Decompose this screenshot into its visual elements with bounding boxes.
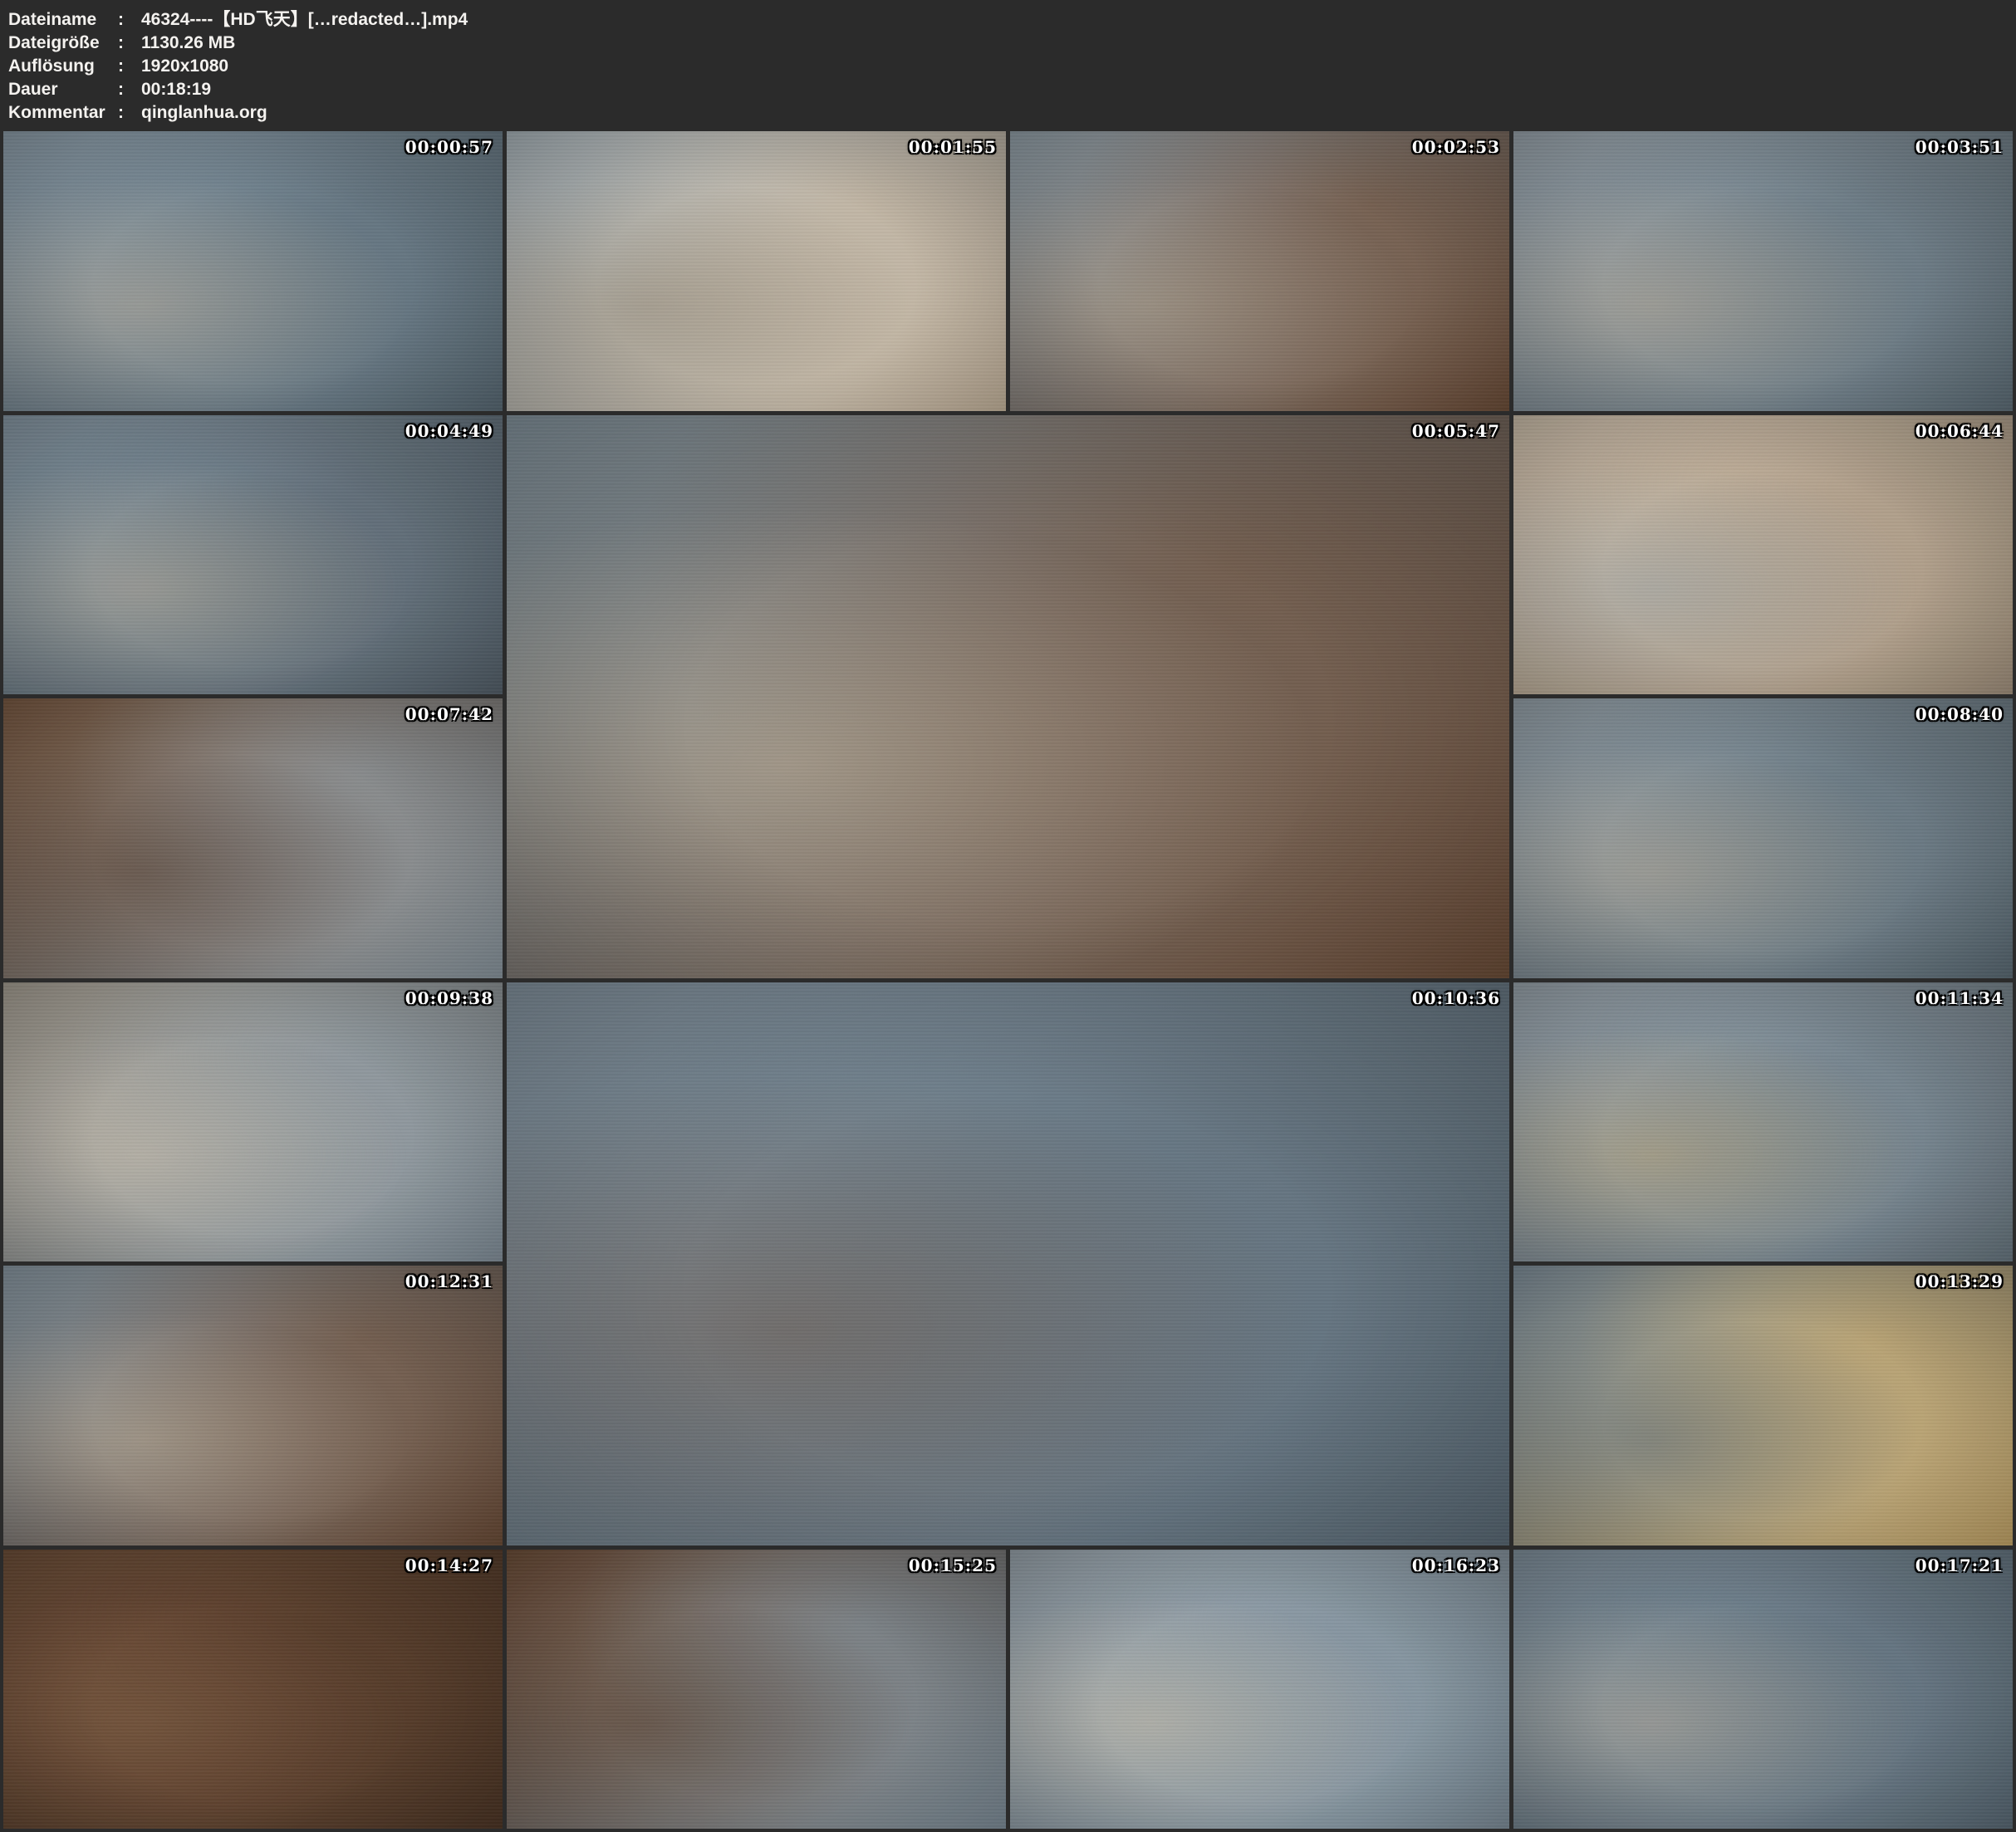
meta-row-comment: Kommentar : qinglanhua.org [8, 101, 2008, 125]
meta-separator: : [118, 101, 141, 125]
thumbnail-placeholder-image [1513, 982, 2013, 1262]
meta-label-comment: Kommentar [8, 101, 118, 125]
meta-row-duration: Dauer : 00:18:19 [8, 78, 2008, 101]
file-metadata-header: Dateiname : 46324----【HD飞天】[…redacted…].… [0, 0, 2016, 130]
meta-separator: : [118, 55, 141, 78]
meta-value-filename: 46324----【HD飞天】[…redacted…].mp4 [141, 8, 2008, 32]
thumbnail-placeholder-image [3, 415, 503, 695]
video-thumbnail[interactable]: 00:06:44 [1513, 415, 2013, 695]
meta-label-resolution: Auflösung [8, 55, 118, 78]
meta-value-resolution: 1920x1080 [141, 55, 2008, 78]
thumbnail-placeholder-image [3, 1550, 503, 1830]
thumbnail-placeholder-image [1513, 1550, 2013, 1830]
meta-value-comment: qinglanhua.org [141, 101, 2008, 125]
meta-row-filesize: Dateigröße : 1130.26 MB [8, 32, 2008, 55]
video-thumbnail[interactable]: 00:02:53 [1010, 131, 1509, 411]
video-thumbnail[interactable]: 00:00:57 [3, 131, 503, 411]
video-thumbnail[interactable]: 00:16:23 [1010, 1550, 1509, 1830]
thumbnail-placeholder-image [3, 1266, 503, 1545]
video-thumbnail-large[interactable]: 00:05:47 [507, 415, 1509, 978]
meta-row-resolution: Auflösung : 1920x1080 [8, 55, 2008, 78]
thumbnail-placeholder-image [1010, 131, 1509, 411]
meta-separator: : [118, 78, 141, 101]
thumbnail-grid: 00:00:57 00:01:55 00:02:53 00:03:51 00:0… [0, 130, 2016, 1832]
thumbnail-placeholder-image [507, 1550, 1006, 1830]
video-thumbnail[interactable]: 00:01:55 [507, 131, 1006, 411]
video-thumbnail[interactable]: 00:17:21 [1513, 1550, 2013, 1830]
meta-label-filesize: Dateigröße [8, 32, 118, 55]
thumbnail-placeholder-image [1010, 1550, 1509, 1830]
meta-separator: : [118, 8, 141, 32]
meta-row-filename: Dateiname : 46324----【HD飞天】[…redacted…].… [8, 8, 2008, 32]
video-thumbnail-large[interactable]: 00:10:36 [507, 982, 1509, 1545]
video-thumbnail[interactable]: 00:08:40 [1513, 698, 2013, 978]
thumbnail-placeholder-image [1513, 131, 2013, 411]
meta-label-duration: Dauer [8, 78, 118, 101]
video-thumbnail[interactable]: 00:07:42 [3, 698, 503, 978]
video-thumbnail[interactable]: 00:11:34 [1513, 982, 2013, 1262]
thumbnail-placeholder-image [3, 982, 503, 1262]
thumbnail-placeholder-image [507, 982, 1509, 1545]
video-thumbnail[interactable]: 00:09:38 [3, 982, 503, 1262]
meta-separator: : [118, 32, 141, 55]
thumbnail-placeholder-image [1513, 698, 2013, 978]
thumbnail-placeholder-image [1513, 1266, 2013, 1545]
video-thumbnail[interactable]: 00:12:31 [3, 1266, 503, 1545]
video-thumbnail[interactable]: 00:15:25 [507, 1550, 1006, 1830]
meta-value-filesize: 1130.26 MB [141, 32, 2008, 55]
thumbnail-placeholder-image [507, 131, 1006, 411]
thumbnail-placeholder-image [507, 415, 1509, 978]
video-thumbnail[interactable]: 00:04:49 [3, 415, 503, 695]
thumbnail-placeholder-image [3, 698, 503, 978]
meta-value-duration: 00:18:19 [141, 78, 2008, 101]
thumbnail-placeholder-image [3, 131, 503, 411]
thumbnail-placeholder-image [1513, 415, 2013, 695]
meta-label-filename: Dateiname [8, 8, 118, 32]
video-thumbnail[interactable]: 00:03:51 [1513, 131, 2013, 411]
video-thumbnail[interactable]: 00:14:27 [3, 1550, 503, 1830]
video-thumbnail[interactable]: 00:13:29 [1513, 1266, 2013, 1545]
